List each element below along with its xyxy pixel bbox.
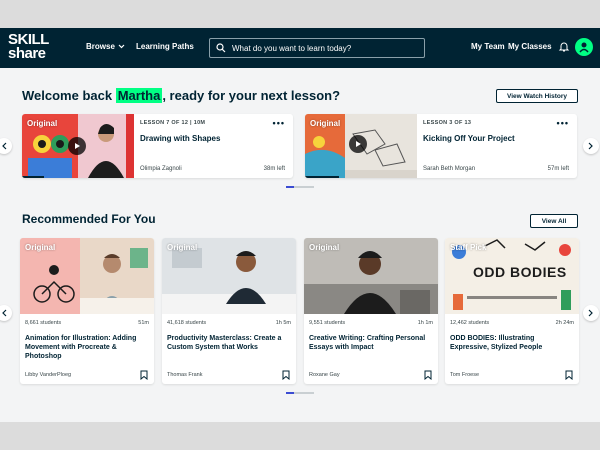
original-badge: Original xyxy=(310,119,341,128)
browser-top-strip xyxy=(0,0,600,28)
lesson-time-left: 38m left xyxy=(263,166,285,172)
course-author[interactable]: Thomas Frank xyxy=(167,372,202,378)
original-badge: Original xyxy=(309,243,340,252)
nav-learning-paths-label: Learning Paths xyxy=(136,42,194,51)
browser-bottom-strip xyxy=(0,422,600,450)
course-students: 12,462 students xyxy=(450,320,490,326)
original-badge: Original xyxy=(25,243,56,252)
course-thumbnail[interactable]: Original xyxy=(162,238,296,314)
view-all-button[interactable]: View All xyxy=(530,214,578,228)
recommended-prev-arrow[interactable] xyxy=(0,305,12,321)
lesson-card[interactable]: Original LESSON 7 OF 12 | 10M ••• Drawin… xyxy=(22,114,293,178)
odd-bodies-thumb-title: ODD BODIES xyxy=(473,264,567,280)
lessons-pagination[interactable] xyxy=(286,186,314,188)
bookmark-icon[interactable] xyxy=(424,370,432,380)
lesson-time-left: 57m left xyxy=(547,166,569,172)
course-author[interactable]: Libby VanderPloeg xyxy=(25,372,71,378)
arrow-left-icon xyxy=(2,142,7,150)
logo-line-2: share xyxy=(8,45,46,62)
search-input[interactable] xyxy=(232,43,422,53)
more-icon[interactable]: ••• xyxy=(557,118,569,128)
course-card[interactable]: Original 41,618 students 1h 5m Productiv… xyxy=(162,238,296,384)
course-author[interactable]: Roxane Gay xyxy=(309,372,340,378)
lesson-meta: LESSON 3 OF 13 xyxy=(423,120,472,126)
bookmark-icon[interactable] xyxy=(140,370,148,380)
lesson-thumbnail[interactable]: Original xyxy=(305,114,417,178)
lesson-progress-bar xyxy=(22,176,45,178)
nav-browse-label: Browse xyxy=(86,42,115,51)
course-card[interactable]: Original 8,661 students 51m Animation fo… xyxy=(20,238,154,384)
pagination-active-dot xyxy=(286,392,294,394)
nav-my-team-label: My Team xyxy=(471,42,505,51)
course-students: 41,618 students xyxy=(167,320,207,326)
top-navigation: SKILL share. Browse Learning Paths My Te… xyxy=(0,28,600,75)
course-duration: 1h 5m xyxy=(275,320,291,326)
lessons-prev-arrow[interactable] xyxy=(0,138,12,154)
lesson-progress-bar xyxy=(305,176,339,178)
play-button[interactable] xyxy=(68,137,86,155)
lesson-thumbnail[interactable]: Original xyxy=(22,114,134,178)
chevron-down-icon xyxy=(118,44,125,49)
recommended-next-arrow[interactable] xyxy=(583,305,599,321)
nav-my-classes[interactable]: My Classes xyxy=(508,42,552,51)
bell-icon[interactable] xyxy=(558,41,570,53)
course-duration: 2h 24m xyxy=(555,320,574,326)
more-icon[interactable]: ••• xyxy=(273,118,285,128)
course-title[interactable]: ODD BODIES: Illustrating Expressive, Sty… xyxy=(450,334,574,352)
recommended-heading: Recommended For You xyxy=(22,212,156,226)
lesson-title[interactable]: Drawing with Shapes xyxy=(140,134,220,143)
lesson-author[interactable]: Olimpia Zagnoli xyxy=(140,166,182,172)
course-author[interactable]: Tom Froese xyxy=(450,372,479,378)
lesson-meta: LESSON 7 OF 12 | 10M xyxy=(140,120,206,126)
play-icon xyxy=(75,143,80,149)
avatar-icon xyxy=(579,42,589,53)
bookmark-icon[interactable] xyxy=(565,370,573,380)
course-duration: 51m xyxy=(138,320,149,326)
course-title[interactable]: Creative Writing: Crafting Personal Essa… xyxy=(309,334,433,352)
course-thumbnail[interactable]: Staff Pick ODD BODIES xyxy=(445,238,579,314)
course-card[interactable]: Original 9,551 students 1h 1m Creative W… xyxy=(304,238,438,384)
welcome-heading: Welcome back Martha, ready for your next… xyxy=(22,88,340,103)
welcome-user-name: Martha xyxy=(115,88,163,103)
nav-learning-paths[interactable]: Learning Paths xyxy=(136,42,194,51)
welcome-prefix: Welcome back xyxy=(22,88,116,103)
course-students: 9,551 students xyxy=(309,320,346,326)
main-content: Welcome back Martha, ready for your next… xyxy=(0,68,600,422)
arrow-left-icon xyxy=(2,309,7,317)
lesson-author[interactable]: Sarah Beth Morgan xyxy=(423,166,475,172)
course-title[interactable]: Animation for Illustration: Adding Movem… xyxy=(25,334,149,361)
nav-my-team[interactable]: My Team xyxy=(471,42,505,51)
nav-browse[interactable]: Browse xyxy=(86,42,125,51)
course-card[interactable]: Staff Pick ODD BODIES 12,462 students 2h… xyxy=(445,238,579,384)
search-icon xyxy=(216,43,226,53)
play-icon xyxy=(356,141,361,147)
course-title[interactable]: Productivity Masterclass: Create a Custo… xyxy=(167,334,291,352)
staff-pick-badge: Staff Pick xyxy=(450,243,487,252)
search-bar[interactable] xyxy=(209,38,425,58)
pagination-active-dot xyxy=(286,186,294,188)
lessons-next-arrow[interactable] xyxy=(583,138,599,154)
course-duration: 1h 1m xyxy=(417,320,433,326)
welcome-suffix: , ready for your next lesson? xyxy=(162,88,341,103)
play-button[interactable] xyxy=(349,135,367,153)
course-thumbnail[interactable]: Original xyxy=(20,238,154,314)
arrow-right-icon xyxy=(588,309,593,317)
lesson-title[interactable]: Kicking Off Your Project xyxy=(423,134,515,143)
view-watch-history-button[interactable]: View Watch History xyxy=(496,89,578,103)
avatar[interactable] xyxy=(575,38,593,56)
course-students: 8,661 students xyxy=(25,320,62,326)
bookmark-icon[interactable] xyxy=(282,370,290,380)
recommended-pagination[interactable] xyxy=(286,392,314,394)
original-badge: Original xyxy=(27,119,58,128)
lesson-card[interactable]: Original LESSON 3 OF 13 ••• Kicking Off … xyxy=(305,114,577,178)
nav-my-classes-label: My Classes xyxy=(508,42,552,51)
arrow-right-icon xyxy=(588,142,593,150)
original-badge: Original xyxy=(167,243,198,252)
course-thumbnail[interactable]: Original xyxy=(304,238,438,314)
